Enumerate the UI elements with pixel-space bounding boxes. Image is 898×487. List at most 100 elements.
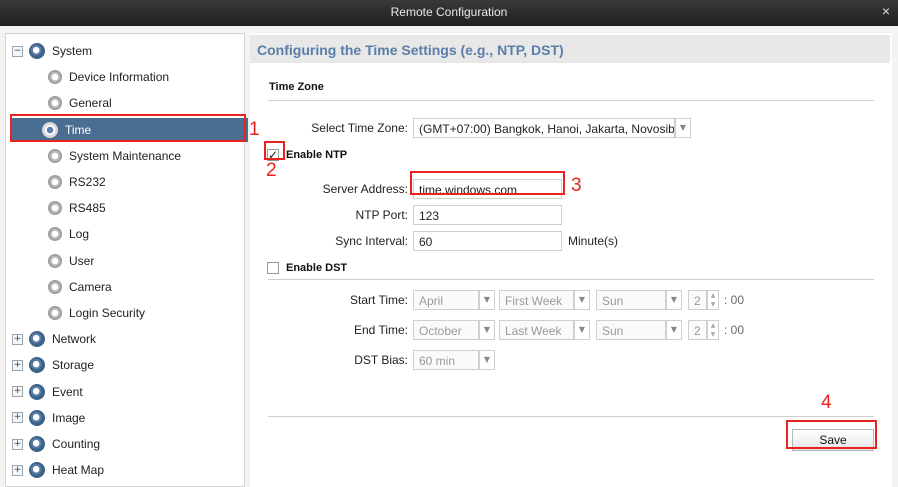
tree-item-label: Log (69, 227, 90, 242)
end-hour-spin[interactable]: ▲ ▼ (707, 320, 719, 340)
divider (268, 100, 874, 101)
expand-icon[interactable]: + (12, 359, 23, 371)
chevron-down-icon[interactable]: ▼ (574, 290, 590, 310)
chevron-down-icon[interactable]: ▼ (479, 320, 495, 340)
tree-item-label: Image (52, 410, 86, 425)
tree-item-label: Storage (52, 358, 95, 373)
tree-item-time[interactable]: Time (12, 117, 248, 142)
tree-item-user[interactable]: User (6, 249, 244, 273)
tree-item-image[interactable]: + Image (6, 406, 244, 430)
panel-header: Configuring the Time Settings (e.g., NTP… (250, 35, 890, 63)
dst-bias-label: DST Bias: (354, 353, 408, 367)
chevron-down-icon[interactable]: ▼ (708, 330, 718, 339)
gear-icon (48, 175, 62, 189)
tree-item-general[interactable]: General (6, 91, 244, 115)
chevron-up-icon[interactable]: ▲ (708, 291, 718, 300)
sync-interval-unit: Minute(s) (568, 234, 619, 248)
end-month-select[interactable]: October (413, 320, 479, 340)
chevron-down-icon[interactable]: ▼ (574, 320, 590, 340)
tree-item-label: General (69, 96, 112, 111)
expand-icon[interactable]: + (12, 412, 23, 424)
tree-item-storage[interactable]: + Storage (6, 353, 244, 377)
tree-item-login-security[interactable]: Login Security (6, 301, 244, 325)
gear-icon (42, 121, 58, 138)
expand-icon[interactable]: + (12, 333, 23, 345)
divider (268, 416, 874, 417)
tree-item-label: User (69, 253, 95, 268)
divider (268, 279, 874, 280)
annotation-number-1: 1 (249, 119, 260, 140)
tree-item-network[interactable]: + Network (6, 327, 244, 351)
time-zone-select[interactable]: (GMT+07:00) Bangkok, Hanoi, Jakarta, Nov… (413, 118, 675, 138)
close-icon[interactable]: × (882, 3, 890, 19)
tree-item-label: Counting (52, 437, 101, 451)
expand-icon[interactable]: + (12, 438, 23, 450)
enable-dst-checkbox[interactable] (267, 262, 279, 274)
gear-icon (48, 279, 62, 294)
start-hour-spin[interactable]: ▲ ▼ (707, 290, 719, 310)
chevron-down-icon[interactable]: ▼ (708, 300, 718, 309)
start-week-select[interactable]: First Week (499, 290, 574, 310)
end-time-label: End Time: (353, 323, 408, 337)
chevron-down-icon[interactable]: ▼ (666, 290, 682, 310)
ntp-port-input[interactable]: 123 (413, 205, 562, 225)
tree-item-system[interactable]: − System (6, 39, 244, 63)
tree-item-rs485[interactable]: RS485 (6, 196, 244, 220)
dst-bias-select[interactable]: 60 min (413, 350, 479, 370)
tree-item-rs232[interactable]: RS232 (6, 170, 244, 194)
tree-item-counting[interactable]: + Counting (6, 432, 244, 456)
start-month-select[interactable]: April (413, 290, 479, 310)
sync-interval-label: Sync Interval: (335, 234, 408, 248)
save-button[interactable]: Save (792, 429, 874, 451)
tree-item-system-maintenance[interactable]: System Maintenance (6, 144, 244, 168)
config-tree: − System Device Information General Time Syst… (5, 33, 248, 487)
window-title: Remote Configuration (390, 5, 508, 19)
tree-item-label: RS232 (69, 175, 106, 189)
chevron-up-icon[interactable]: ▲ (708, 321, 718, 330)
end-hour-stepper[interactable]: 2 (688, 320, 707, 340)
start-day-select[interactable]: Sun (596, 290, 666, 310)
tree-item-label: Network (52, 332, 97, 347)
annotation-number-2: 2 (266, 160, 277, 181)
expand-icon[interactable]: + (12, 464, 23, 476)
tree-item-heat-map[interactable]: + Heat Map (6, 458, 244, 482)
server-address-label: Server Address: (322, 182, 408, 196)
chevron-down-icon[interactable]: ▼ (479, 290, 495, 310)
collapse-icon[interactable]: − (12, 45, 23, 57)
gear-icon (48, 70, 62, 85)
tree-item-label: Heat Map (52, 463, 105, 478)
tree-item-label: Time (65, 122, 92, 137)
tree-item-label: Camera (69, 279, 112, 294)
chevron-down-icon[interactable]: ▼ (666, 320, 682, 340)
title-bar: Remote Configuration × (0, 0, 898, 26)
time-settings-panel: Configuring the Time Settings (e.g., NTP… (250, 33, 892, 487)
tree-item-log[interactable]: Log (6, 222, 244, 246)
gear-icon (29, 409, 45, 426)
gear-icon (29, 436, 45, 452)
panel-title: Configuring the Time Settings (e.g., NTP… (257, 42, 564, 58)
gear-icon (29, 462, 45, 479)
time-zone-section-title: Time Zone (269, 81, 324, 93)
server-address-input[interactable]: time.windows.com (413, 179, 562, 199)
chevron-down-icon[interactable]: ▼ (675, 118, 691, 138)
tree-item-label: System Maintenance (69, 148, 182, 163)
enable-dst-label: Enable DST (286, 262, 348, 274)
gear-icon (48, 253, 62, 268)
tree-item-event[interactable]: + Event (6, 380, 244, 404)
chevron-down-icon[interactable]: ▼ (479, 350, 495, 370)
start-hour-stepper[interactable]: 2 (688, 290, 707, 310)
time-zone-label: Select Time Zone: (311, 121, 408, 135)
end-day-select[interactable]: Sun (596, 320, 666, 340)
gear-icon (29, 383, 45, 400)
tree-item-device-information[interactable]: Device Information (6, 65, 244, 89)
enable-ntp-label: Enable NTP (286, 149, 348, 161)
expand-icon[interactable]: + (12, 386, 23, 398)
end-minute-text: : 00 (724, 323, 745, 337)
tree-item-camera[interactable]: Camera (6, 275, 244, 299)
tree-item-label: Device Information (69, 70, 170, 85)
annotation-number-4: 4 (821, 392, 832, 413)
gear-icon (29, 43, 45, 59)
end-week-select[interactable]: Last Week (499, 320, 574, 340)
sync-interval-input[interactable]: 60 (413, 231, 562, 251)
gear-icon (48, 201, 62, 216)
